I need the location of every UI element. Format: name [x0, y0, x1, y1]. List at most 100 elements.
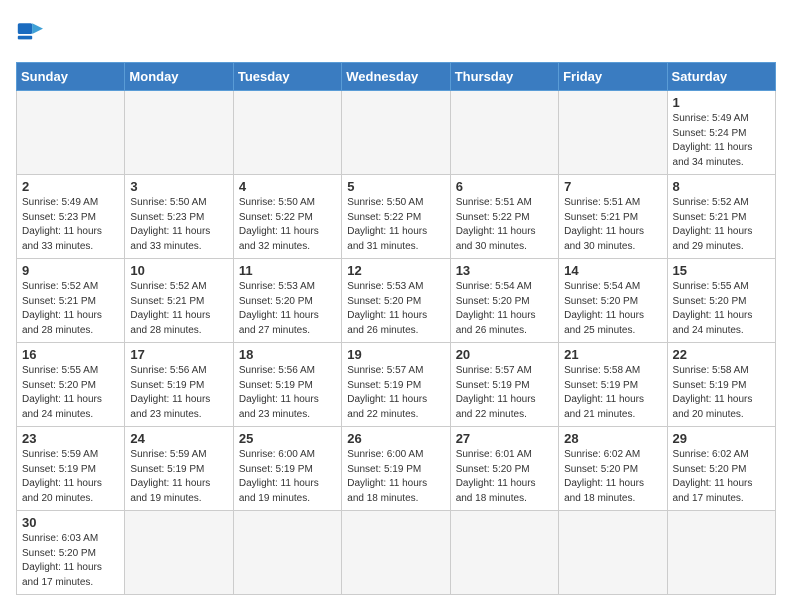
- page: SundayMondayTuesdayWednesdayThursdayFrid…: [0, 0, 792, 611]
- day-cell: 6 Sunrise: 5:51 AM Sunset: 5:22 PM Daylig…: [450, 175, 558, 259]
- logo: [16, 16, 58, 52]
- day-number: 12: [347, 263, 444, 278]
- day-info: Sunrise: 6:00 AM Sunset: 5:19 PM Dayligh…: [347, 448, 444, 506]
- day-cell: 21Sunrise: 5:58 AM Sunset: 5:19 PM Dayli…: [559, 343, 667, 427]
- week-row-2: 2 Sunrise: 5:49 AM Sunset: 5:23 PM Daylig…: [17, 175, 776, 259]
- weekday-monday: Monday: [125, 63, 233, 91]
- header: [16, 16, 776, 52]
- day-number: 3: [130, 179, 227, 194]
- day-cell: 3Sunrise: 5:50 AM Sunset: 5:23 PM Daylig…: [125, 175, 233, 259]
- weekday-tuesday: Tuesday: [233, 63, 341, 91]
- day-cell: [559, 511, 667, 595]
- day-info: Sunrise: 6:02 AM Sunset: 5:20 PM Dayligh…: [673, 448, 770, 506]
- day-info: Sunrise: 5:59 AM Sunset: 5:19 PM Dayligh…: [22, 448, 119, 506]
- day-info: Sunrise: 6:02 AM Sunset: 5:20 PM Dayligh…: [564, 448, 661, 506]
- day-info: Sunrise: 5:50 AM Sunset: 5:22 PM Dayligh…: [239, 196, 336, 254]
- day-info: Sunrise: 5:57 AM Sunset: 5:19 PM Dayligh…: [456, 364, 553, 422]
- day-cell: 28 Sunrise: 6:02 AM Sunset: 5:20 PM Dayli…: [559, 427, 667, 511]
- day-number: 25: [239, 431, 336, 446]
- day-cell: [125, 511, 233, 595]
- day-number: 8: [673, 179, 770, 194]
- day-number: 30: [22, 515, 119, 530]
- day-number: 13: [456, 263, 553, 278]
- day-number: 19: [347, 347, 444, 362]
- day-info: Sunrise: 5:49 AM Sunset: 5:24 PM Dayligh…: [673, 112, 770, 170]
- day-cell: 7Sunrise: 5:51 AM Sunset: 5:21 PM Daylig…: [559, 175, 667, 259]
- day-cell: 10Sunrise: 5:52 AM Sunset: 5:21 PM Dayli…: [125, 259, 233, 343]
- day-cell: 11 Sunrise: 5:53 AM Sunset: 5:20 PM Dayli…: [233, 259, 341, 343]
- day-info: Sunrise: 5:49 AM Sunset: 5:23 PM Dayligh…: [22, 196, 119, 254]
- day-cell: 14Sunrise: 5:54 AM Sunset: 5:20 PM Dayli…: [559, 259, 667, 343]
- day-info: Sunrise: 5:50 AM Sunset: 5:22 PM Dayligh…: [347, 196, 444, 254]
- day-cell: 20 Sunrise: 5:57 AM Sunset: 5:19 PM Dayli…: [450, 343, 558, 427]
- day-number: 11: [239, 263, 336, 278]
- day-info: Sunrise: 6:03 AM Sunset: 5:20 PM Dayligh…: [22, 532, 119, 590]
- calendar-table: SundayMondayTuesdayWednesdayThursdayFrid…: [16, 62, 776, 595]
- day-number: 1: [673, 95, 770, 110]
- day-cell: 8 Sunrise: 5:52 AM Sunset: 5:21 PM Daylig…: [667, 175, 775, 259]
- weekday-sunday: Sunday: [17, 63, 125, 91]
- day-number: 29: [673, 431, 770, 446]
- day-cell: [559, 91, 667, 175]
- day-number: 27: [456, 431, 553, 446]
- day-cell: 18Sunrise: 5:56 AM Sunset: 5:19 PM Dayli…: [233, 343, 341, 427]
- day-cell: 5Sunrise: 5:50 AM Sunset: 5:22 PM Daylig…: [342, 175, 450, 259]
- weekday-wednesday: Wednesday: [342, 63, 450, 91]
- day-number: 9: [22, 263, 119, 278]
- day-number: 20: [456, 347, 553, 362]
- day-number: 6: [456, 179, 553, 194]
- day-cell: 23 Sunrise: 5:59 AM Sunset: 5:19 PM Dayli…: [17, 427, 125, 511]
- day-number: 26: [347, 431, 444, 446]
- day-cell: [450, 91, 558, 175]
- day-number: 16: [22, 347, 119, 362]
- day-number: 23: [22, 431, 119, 446]
- week-row-1: 1 Sunrise: 5:49 AM Sunset: 5:24 PM Daylig…: [17, 91, 776, 175]
- day-cell: 4 Sunrise: 5:50 AM Sunset: 5:22 PM Daylig…: [233, 175, 341, 259]
- week-row-5: 23 Sunrise: 5:59 AM Sunset: 5:19 PM Dayli…: [17, 427, 776, 511]
- day-cell: 19Sunrise: 5:57 AM Sunset: 5:19 PM Dayli…: [342, 343, 450, 427]
- day-info: Sunrise: 5:53 AM Sunset: 5:20 PM Dayligh…: [239, 280, 336, 338]
- day-number: 24: [130, 431, 227, 446]
- day-number: 2: [22, 179, 119, 194]
- day-cell: 24Sunrise: 5:59 AM Sunset: 5:19 PM Dayli…: [125, 427, 233, 511]
- day-cell: 1 Sunrise: 5:49 AM Sunset: 5:24 PM Daylig…: [667, 91, 775, 175]
- logo-icon: [16, 16, 52, 52]
- day-cell: 22Sunrise: 5:58 AM Sunset: 5:19 PM Dayli…: [667, 343, 775, 427]
- week-row-6: 30 Sunrise: 6:03 AM Sunset: 5:20 PM Dayli…: [17, 511, 776, 595]
- day-number: 21: [564, 347, 661, 362]
- day-number: 17: [130, 347, 227, 362]
- day-cell: [450, 511, 558, 595]
- day-info: Sunrise: 5:55 AM Sunset: 5:20 PM Dayligh…: [673, 280, 770, 338]
- day-info: Sunrise: 5:51 AM Sunset: 5:22 PM Dayligh…: [456, 196, 553, 254]
- day-number: 28: [564, 431, 661, 446]
- day-cell: [667, 511, 775, 595]
- day-number: 15: [673, 263, 770, 278]
- day-number: 14: [564, 263, 661, 278]
- day-info: Sunrise: 5:52 AM Sunset: 5:21 PM Dayligh…: [673, 196, 770, 254]
- day-cell: 25 Sunrise: 6:00 AM Sunset: 5:19 PM Dayli…: [233, 427, 341, 511]
- day-number: 4: [239, 179, 336, 194]
- day-cell: [125, 91, 233, 175]
- day-info: Sunrise: 5:56 AM Sunset: 5:19 PM Dayligh…: [130, 364, 227, 422]
- day-cell: 27 Sunrise: 6:01 AM Sunset: 5:20 PM Dayli…: [450, 427, 558, 511]
- weekday-header-row: SundayMondayTuesdayWednesdayThursdayFrid…: [17, 63, 776, 91]
- day-info: Sunrise: 5:52 AM Sunset: 5:21 PM Dayligh…: [130, 280, 227, 338]
- day-info: Sunrise: 6:01 AM Sunset: 5:20 PM Dayligh…: [456, 448, 553, 506]
- day-cell: 9 Sunrise: 5:52 AM Sunset: 5:21 PM Daylig…: [17, 259, 125, 343]
- day-cell: 30 Sunrise: 6:03 AM Sunset: 5:20 PM Dayli…: [17, 511, 125, 595]
- day-cell: 2 Sunrise: 5:49 AM Sunset: 5:23 PM Daylig…: [17, 175, 125, 259]
- week-row-4: 16Sunrise: 5:55 AM Sunset: 5:20 PM Dayli…: [17, 343, 776, 427]
- day-info: Sunrise: 5:51 AM Sunset: 5:21 PM Dayligh…: [564, 196, 661, 254]
- day-cell: [342, 91, 450, 175]
- day-cell: 12 Sunrise: 5:53 AM Sunset: 5:20 PM Dayli…: [342, 259, 450, 343]
- weekday-saturday: Saturday: [667, 63, 775, 91]
- day-cell: 13Sunrise: 5:54 AM Sunset: 5:20 PM Dayli…: [450, 259, 558, 343]
- day-cell: [17, 91, 125, 175]
- day-cell: 17 Sunrise: 5:56 AM Sunset: 5:19 PM Dayli…: [125, 343, 233, 427]
- day-info: Sunrise: 6:00 AM Sunset: 5:19 PM Dayligh…: [239, 448, 336, 506]
- day-info: Sunrise: 5:52 AM Sunset: 5:21 PM Dayligh…: [22, 280, 119, 338]
- day-cell: [342, 511, 450, 595]
- day-info: Sunrise: 5:53 AM Sunset: 5:20 PM Dayligh…: [347, 280, 444, 338]
- day-cell: 16Sunrise: 5:55 AM Sunset: 5:20 PM Dayli…: [17, 343, 125, 427]
- day-number: 22: [673, 347, 770, 362]
